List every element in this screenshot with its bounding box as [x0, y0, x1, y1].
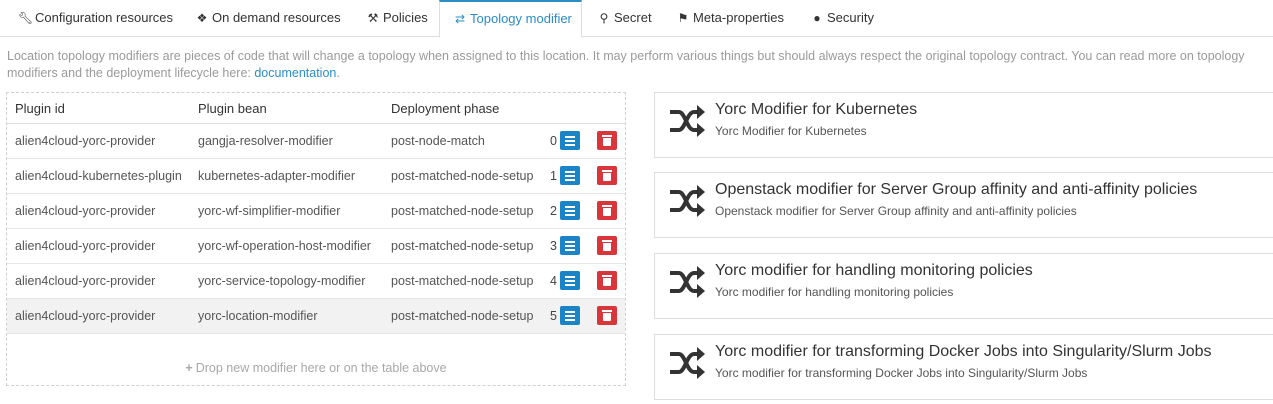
row-index: 0: [550, 134, 557, 148]
cubes-icon: ❖: [196, 11, 208, 25]
modifier-card[interactable]: Yorc Modifier for Kubernetes Yorc Modifi…: [654, 92, 1273, 158]
header-plugin-id: Plugin id: [15, 101, 65, 116]
card-subtitle: Openstack modifier for Server Group affi…: [715, 204, 1077, 218]
modifier-card[interactable]: Yorc modifier for transforming Docker Jo…: [654, 334, 1273, 400]
table-header: Plugin id Plugin bean Deployment phase: [7, 93, 625, 124]
key-icon: ⚲: [599, 11, 609, 25]
card-title: Yorc Modifier for Kubernetes: [715, 101, 918, 118]
tab-label: Topology modifier: [470, 11, 572, 26]
deployment-phase: post-matched-node-setup: [391, 169, 534, 183]
tab-topology-modifier[interactable]: ⇄ Topology modifier: [439, 0, 582, 38]
trash-icon: [602, 205, 612, 216]
card-title: Yorc modifier for transforming Docker Jo…: [715, 343, 1212, 360]
plugin-bean: yorc-service-topology-modifier: [198, 274, 366, 288]
card-subtitle: Yorc modifier for handling monitoring po…: [715, 285, 954, 299]
trash-icon: [602, 135, 612, 146]
row-index: 2: [550, 204, 557, 218]
details-button[interactable]: [560, 271, 580, 290]
drop-zone-hint[interactable]: + Drop new modifier here or on the table …: [7, 361, 625, 375]
tab-label: Security: [827, 10, 874, 25]
shuffle-icon: ⇄: [454, 12, 466, 26]
table-row[interactable]: alien4cloud-yorc-provider yorc-location-…: [7, 299, 625, 334]
tab-bar: 🔧︎ Configuration resources ❖ On demand res…: [0, 0, 1273, 38]
trash-icon: [602, 170, 612, 181]
tab-label: Configuration resources: [35, 10, 174, 25]
deployment-phase: post-matched-node-setup: [391, 239, 534, 253]
trash-icon: [602, 310, 612, 321]
modifier-card[interactable]: Openstack modifier for Server Group affi…: [654, 172, 1273, 238]
description-text: Location topology modifiers are pieces o…: [7, 49, 1245, 80]
details-button[interactable]: [560, 201, 580, 220]
tab-secret[interactable]: ⚲ Secret: [597, 0, 652, 37]
plugin-id: alien4cloud-yorc-provider: [15, 134, 156, 148]
header-deployment-phase: Deployment phase: [391, 101, 500, 116]
shuffle-icon: [670, 347, 705, 379]
shuffle-icon: [670, 266, 705, 298]
row-index: 4: [550, 274, 557, 288]
drop-hint-text: Drop new modifier here or on the table a…: [195, 361, 447, 375]
delete-button[interactable]: [597, 236, 617, 255]
tab-on-demand-resources[interactable]: ❖ On demand resources: [195, 0, 341, 37]
documentation-link[interactable]: documentation: [254, 66, 336, 80]
users-icon: ●: [813, 11, 821, 25]
header-plugin-bean: Plugin bean: [198, 101, 267, 116]
trash-icon: [602, 275, 612, 286]
table-row[interactable]: alien4cloud-yorc-provider gangja-resolve…: [7, 124, 625, 159]
card-title: Yorc modifier for handling monitoring po…: [715, 262, 1033, 279]
delete-button[interactable]: [597, 166, 617, 185]
plugin-id: alien4cloud-kubernetes-plugin: [15, 169, 182, 183]
deployment-phase: post-matched-node-setup: [391, 309, 534, 323]
plugin-bean: yorc-wf-operation-host-modifier: [198, 239, 371, 253]
deployment-phase: post-matched-node-setup: [391, 204, 534, 218]
shuffle-icon: [670, 185, 705, 217]
details-button[interactable]: [560, 306, 580, 325]
tab-meta-properties[interactable]: ⚑ Meta-properties: [676, 0, 784, 37]
modifiers-table[interactable]: Plugin id Plugin bean Deployment phase a…: [6, 92, 626, 386]
table-row[interactable]: alien4cloud-yorc-provider yorc-wf-operat…: [7, 229, 625, 264]
delete-button[interactable]: [597, 131, 617, 150]
table-row[interactable]: alien4cloud-yorc-provider yorc-wf-simpli…: [7, 194, 625, 229]
deployment-phase: post-matched-node-setup: [391, 274, 534, 288]
plugin-bean: gangja-resolver-modifier: [198, 134, 333, 148]
delete-button[interactable]: [597, 201, 617, 220]
card-subtitle: Yorc modifier for transforming Docker Jo…: [715, 366, 1088, 380]
plugin-id: alien4cloud-yorc-provider: [15, 274, 156, 288]
tab-label: Meta-properties: [693, 10, 785, 25]
description-end: .: [336, 66, 340, 80]
tab-label: On demand resources: [212, 10, 341, 25]
deployment-phase: post-node-match: [391, 134, 485, 148]
plugin-id: alien4cloud-yorc-provider: [15, 239, 156, 253]
tab-label: Secret: [614, 10, 652, 25]
plugin-bean: kubernetes-adapter-modifier: [198, 169, 356, 183]
details-button[interactable]: [560, 131, 580, 150]
shuffle-icon: [670, 105, 705, 137]
gavel-icon: ⚒: [367, 11, 379, 25]
tab-security[interactable]: ● Security: [810, 0, 874, 37]
wrench-icon: 🔧︎: [18, 11, 34, 25]
delete-button[interactable]: [597, 306, 617, 325]
trash-icon: [602, 240, 612, 251]
tab-policies[interactable]: ⚒ Policies: [366, 0, 428, 37]
row-index: 1: [550, 169, 557, 183]
row-index: 5: [550, 309, 557, 323]
tags-icon: ⚑: [677, 11, 689, 25]
plugin-bean: yorc-wf-simplifier-modifier: [198, 204, 341, 218]
description: Location topology modifiers are pieces o…: [7, 48, 1262, 82]
plugin-bean: yorc-location-modifier: [198, 309, 318, 323]
card-title: Openstack modifier for Server Group affi…: [715, 181, 1198, 198]
details-button[interactable]: [560, 236, 580, 255]
plus-icon: +: [185, 361, 193, 375]
table-row[interactable]: alien4cloud-yorc-provider yorc-service-t…: [7, 264, 625, 299]
delete-button[interactable]: [597, 271, 617, 290]
tab-configuration-resources[interactable]: 🔧︎ Configuration resources: [18, 0, 173, 37]
modifier-card[interactable]: Yorc modifier for handling monitoring po…: [654, 253, 1273, 319]
row-index: 3: [550, 239, 557, 253]
table-row[interactable]: alien4cloud-kubernetes-plugin kubernetes…: [7, 159, 625, 194]
details-button[interactable]: [560, 166, 580, 185]
card-subtitle: Yorc Modifier for Kubernetes: [715, 124, 867, 138]
plugin-id: alien4cloud-yorc-provider: [15, 309, 156, 323]
plugin-id: alien4cloud-yorc-provider: [15, 204, 156, 218]
tab-label: Policies: [383, 10, 428, 25]
